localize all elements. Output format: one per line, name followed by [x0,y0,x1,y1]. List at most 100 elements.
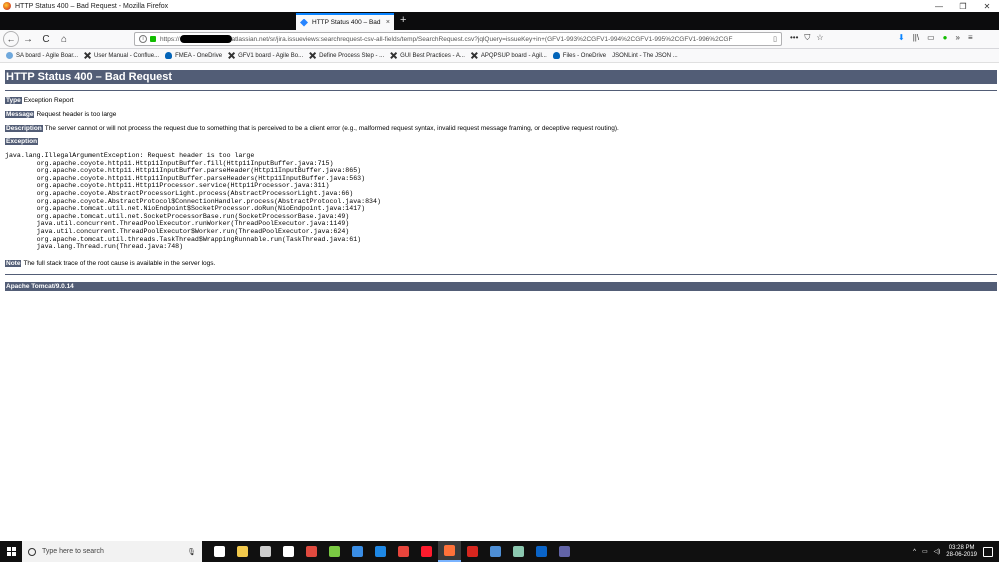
taskbar-app-edge[interactable] [369,541,392,562]
outlook-icon [536,546,547,557]
taskbar-app-app-green[interactable] [323,541,346,562]
note-value: The full stack trace of the root cause i… [23,260,216,267]
message-value: Request header is too large [36,111,117,118]
new-tab-button[interactable]: + [400,14,406,26]
bookmark-label: SA board - Agile Boar... [16,52,79,59]
taskbar-app-opera[interactable] [415,541,438,562]
bookmark-item[interactable]: GUI Best Practices - A... [390,52,465,59]
page-actions-menu-icon[interactable]: ••• [790,33,798,43]
home-button[interactable]: ⌂ [55,30,73,48]
tab-active[interactable]: HTTP Status 400 – Bad R × [296,13,394,30]
start-button[interactable] [0,547,22,556]
taskbar-app-todo[interactable] [346,541,369,562]
bookmark-item[interactable]: GFV1 board - Agile Bo... [228,52,303,59]
bookmark-item[interactable]: Files - OneDrive [552,52,606,59]
bookmark-item[interactable]: JSONLint - The JSON ... [0,52,678,119]
hamburger-menu-icon[interactable]: ≡ [968,33,973,42]
cross-icon [470,52,478,59]
navigation-toolbar: ← → C ⌂ i https:// atlassian.net/sr/jira… [0,30,999,49]
minimize-button[interactable]: — [927,2,951,11]
taskbar-app-mail[interactable] [277,541,300,562]
bookmark-star-icon[interactable]: ☆ [816,33,823,43]
taskbar-app-file-explorer[interactable] [231,541,254,562]
task-view-icon [214,546,225,557]
taskbar-app-store[interactable] [254,541,277,562]
bookmark-label: User Manual - Conflue... [94,52,160,59]
taskbar-search-input[interactable]: Type here to search 🎙 [22,541,202,562]
bookmark-item[interactable]: Define Process Step - ... [309,52,384,59]
type-line: Type Exception Report [5,97,74,104]
downloads-icon[interactable]: ⬇ [898,33,905,42]
notifications-icon[interactable] [983,546,993,557]
bookmark-item[interactable]: FMEA - OneDrive [165,52,222,59]
taskbar-app-teams[interactable] [553,541,576,562]
bookmark-item[interactable]: User Manual - Conflue... [84,52,159,59]
reload-button[interactable]: C [37,30,55,48]
cloud-icon [165,52,173,59]
search-placeholder: Type here to search [42,548,104,555]
sidebar-icon[interactable]: ▭ [927,33,935,42]
taskbar-app-app-red[interactable] [300,541,323,562]
firefox-icon [3,2,11,10]
bookmark-label: GFV1 board - Agile Bo... [238,52,304,59]
library-icon[interactable]: ||\ [913,33,919,42]
opera-icon [421,546,432,557]
clock[interactable]: 03:28 PM 28-06-2019 [946,545,977,559]
note-line: Note The full stack trace of the root cau… [5,260,215,267]
clock-time: 03:28 PM [948,544,975,551]
server-footer: Apache Tomcat/9.0.14 [5,282,997,291]
cortana-icon [28,547,36,556]
bookmark-label: GUI Best Practices - A... [400,52,465,59]
info-icon[interactable]: i [139,35,147,43]
sync-icon[interactable]: ● [943,33,948,42]
lock-icon[interactable] [150,36,156,42]
cross-icon [390,52,398,59]
bookmark-label: JSONLint - The JSON ... [612,52,678,59]
cross-icon [228,52,236,59]
store-icon [260,546,271,557]
taskbar-app-visual-studio[interactable] [484,541,507,562]
bookmark-label: FMEA - OneDrive [175,52,223,59]
taskbar-app-outlook[interactable] [530,541,553,562]
back-button[interactable]: ← [3,31,19,47]
cross-icon [84,52,92,59]
taskbar-app-chrome[interactable] [392,541,415,562]
url-text: atlassian.net/sr/jira.issueviews:searchr… [231,35,733,43]
stack-trace: java.lang.IllegalArgumentException: Requ… [5,152,381,251]
taskbar-app-acrobat[interactable] [461,541,484,562]
url-prefix: https:// [160,35,180,43]
pinned-apps [208,541,576,562]
url-bar[interactable]: i https:// atlassian.net/sr/jira.issuevi… [134,32,782,46]
app-green-icon [329,546,340,557]
close-tab-icon[interactable]: × [382,19,394,26]
page-content: HTTP Status 400 – Bad Request Type Except… [0,63,999,541]
taskbar-app-notepad[interactable] [507,541,530,562]
file-explorer-icon [237,546,248,557]
tray-expand-icon[interactable]: ^ [913,549,916,555]
app-red-icon [306,546,317,557]
exception-label: Exception [5,138,39,145]
edge-icon [375,546,386,557]
jira-icon [300,18,308,27]
taskbar-app-task-view[interactable] [208,541,231,562]
taskbar-app-firefox[interactable] [438,541,461,562]
forward-button[interactable]: → [19,30,37,48]
maximize-button[interactable]: ❐ [951,2,975,11]
teams-icon [559,546,570,557]
bookmark-item[interactable]: SA board - Agile Boar... [6,52,78,59]
pocket-icon[interactable]: ⛉ [804,33,810,43]
message-label: Message [5,111,35,118]
acrobat-icon [467,546,478,557]
volume-icon[interactable]: ◁) [934,548,941,555]
toolbar-icons: ⬇ ||\ ▭ ● » ≡ [898,33,973,42]
note-label: Note [5,260,22,267]
microphone-icon[interactable]: 🎙 [187,548,196,556]
network-icon[interactable]: ▭ [922,548,928,555]
reader-view-icon[interactable]: ▯ [773,35,777,43]
description-value: The server cannot or will not process th… [44,125,619,132]
bookmark-item[interactable]: APQPSUP board - Agil... [470,52,547,59]
globe-icon [6,52,13,59]
system-tray: ^ ▭ ◁) 03:28 PM 28-06-2019 [913,545,999,559]
overflow-icon[interactable]: » [956,33,960,42]
close-window-button[interactable]: ✕ [975,2,999,11]
